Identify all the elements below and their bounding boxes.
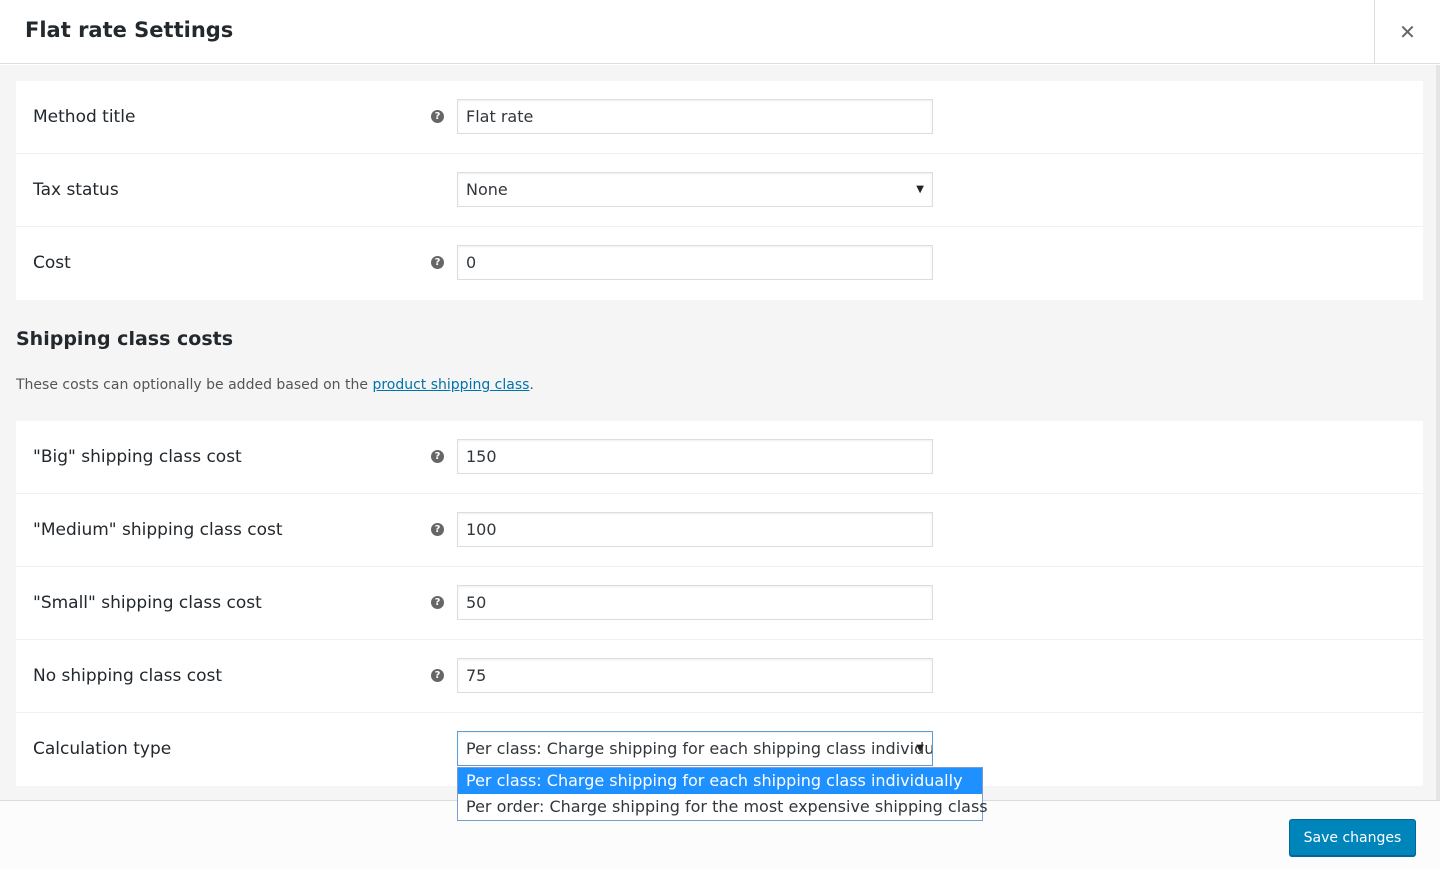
cost-label: Cost [33, 253, 71, 273]
no-class-cost-input[interactable]: 75 [457, 658, 933, 693]
help-icon[interactable]: ? [431, 256, 444, 269]
help-icon[interactable]: ? [431, 450, 444, 463]
small-class-cost-row: "Small" shipping class cost ? 50 [16, 567, 1423, 640]
shipping-class-costs-table: "Big" shipping class cost ? 150 "Medium"… [16, 421, 1423, 786]
method-title-label: Method title [33, 107, 136, 127]
no-class-cost-label: No shipping class cost [33, 666, 223, 686]
product-shipping-class-link[interactable]: product shipping class [372, 377, 529, 393]
cost-row: Cost ? 0 [16, 227, 1423, 300]
modal-title: Flat rate Settings [25, 18, 234, 42]
help-icon[interactable]: ? [431, 110, 444, 123]
help-icon[interactable]: ? [431, 669, 444, 682]
scrollbar[interactable] [1436, 65, 1440, 800]
medium-class-cost-row: "Medium" shipping class cost ? 100 [16, 494, 1423, 567]
no-class-cost-row: No shipping class cost ? 75 [16, 640, 1423, 713]
calculation-type-label: Calculation type [33, 739, 172, 759]
tax-status-row: Tax status None ▼ [16, 154, 1423, 227]
option-per-class[interactable]: Per class: Charge shipping for each ship… [458, 768, 982, 794]
help-icon[interactable]: ? [431, 523, 444, 536]
calculation-type-select[interactable]: Per class: Charge shipping for each ship… [457, 731, 933, 766]
chevron-down-icon: ▼ [916, 184, 924, 195]
modal-header: Flat rate Settings ✕ [0, 0, 1440, 64]
medium-class-cost-label: "Medium" shipping class cost [33, 520, 283, 540]
help-icon[interactable]: ? [431, 596, 444, 609]
small-class-cost-input[interactable]: 50 [457, 585, 933, 620]
general-settings-table: Method title ? Flat rate Tax status None… [16, 81, 1423, 300]
close-button[interactable]: ✕ [1374, 0, 1440, 64]
section-heading: Shipping class costs [16, 328, 234, 350]
method-title-input[interactable]: Flat rate [457, 99, 933, 134]
medium-class-cost-input[interactable]: 100 [457, 512, 933, 547]
calculation-type-dropdown: Per class: Charge shipping for each ship… [457, 767, 988, 821]
small-class-cost-label: "Small" shipping class cost [33, 593, 262, 613]
chevron-down-icon: ▼ [916, 743, 924, 754]
description-suffix: . [529, 377, 534, 393]
tax-status-value: None [466, 180, 508, 199]
close-icon: ✕ [1399, 20, 1416, 44]
big-class-cost-input[interactable]: 150 [457, 439, 933, 474]
description-text: These costs can optionally be added base… [16, 377, 373, 393]
cost-input[interactable]: 0 [457, 245, 933, 280]
method-title-row: Method title ? Flat rate [16, 81, 1423, 154]
tax-status-select[interactable]: None ▼ [457, 172, 933, 207]
tax-status-label: Tax status [33, 180, 119, 200]
big-class-cost-label: "Big" shipping class cost [33, 447, 242, 467]
calculation-type-value: Per class: Charge shipping for each ship… [466, 739, 933, 758]
option-per-order[interactable]: Per order: Charge shipping for the most … [458, 794, 988, 820]
big-class-cost-row: "Big" shipping class cost ? 150 [16, 421, 1423, 494]
section-description: These costs can optionally be added base… [16, 377, 534, 393]
save-changes-button[interactable]: Save changes [1289, 819, 1416, 856]
